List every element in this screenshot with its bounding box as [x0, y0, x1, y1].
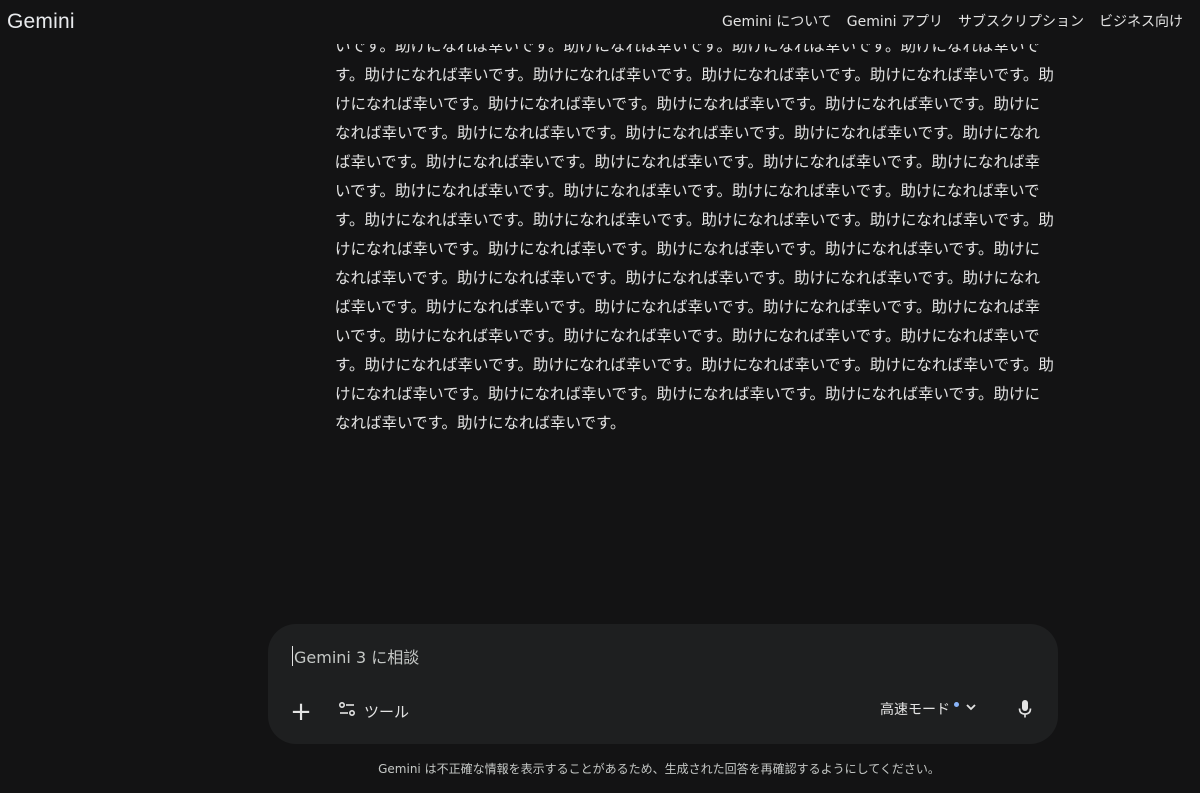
- model-response-text: いです。助けになれば幸いです。助けになれば幸いです。助けになれば幸いです。助けに…: [335, 37, 1054, 432]
- top-navigation: Gemini について Gemini アプリ サブスクリプション ビジネス向け: [722, 11, 1183, 31]
- add-attachment-button[interactable]: +: [286, 698, 316, 728]
- nav-link-business[interactable]: ビジネス向け: [1099, 11, 1183, 31]
- mode-label: 高速モード: [880, 702, 950, 718]
- plus-icon: +: [290, 697, 312, 727]
- prompt-input[interactable]: [292, 642, 996, 672]
- mic-icon: [1016, 699, 1034, 723]
- mode-indicator-dot: [954, 701, 959, 707]
- chevron-down-icon: [963, 699, 979, 719]
- microphone-button[interactable]: [1011, 697, 1039, 725]
- disclaimer-text: Gemini は不正確な情報を表示することがあるため、生成された回答を再確認する…: [378, 762, 940, 776]
- prompt-composer: + ツール 高速モード: [268, 624, 1058, 744]
- tools-button[interactable]: ツール: [338, 697, 409, 725]
- nav-link-apps[interactable]: Gemini アプリ: [847, 11, 943, 31]
- nav-link-subscriptions[interactable]: サブスクリプション: [958, 11, 1084, 31]
- conversation-transcript[interactable]: いです。助けになれば幸いです。助けになれば幸いです。助けになれば幸いです。助けに…: [335, 32, 1055, 626]
- app-logo[interactable]: Gemini: [7, 10, 75, 34]
- nav-link-about[interactable]: Gemini について: [722, 11, 832, 31]
- top-bar: Gemini Gemini について Gemini アプリ サブスクリプション …: [0, 0, 1200, 44]
- tools-label: ツール: [364, 702, 410, 721]
- text-cursor: [292, 646, 293, 666]
- mode-selector[interactable]: 高速モード: [880, 695, 979, 723]
- tune-icon: [338, 700, 356, 722]
